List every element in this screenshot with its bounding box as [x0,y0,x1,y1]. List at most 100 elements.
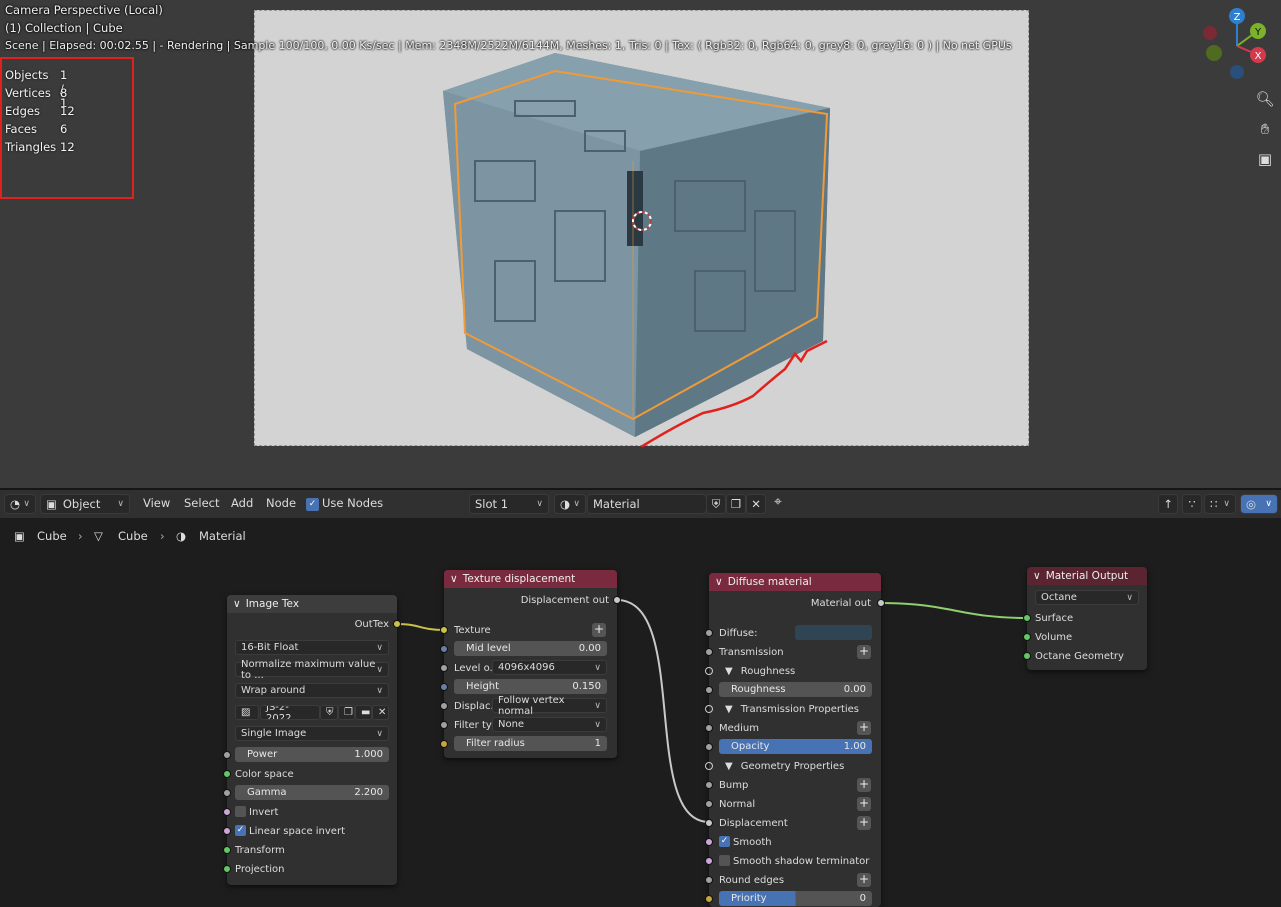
node-header[interactable]: ∨ Texture displacement [444,570,617,588]
fake-user-shield-icon[interactable]: ⛨ [706,494,726,514]
svg-text:Y: Y [1254,27,1262,38]
roughness-field[interactable]: Roughness 0.00 [719,682,872,697]
image-mode-dropdown[interactable]: Single Image ∨ [235,726,389,741]
chevron-down-icon: ∨ [117,499,124,509]
render-region [254,10,1029,449]
material-name-field[interactable]: Material [587,494,707,514]
normal-input: Normal [719,798,756,810]
power-socket[interactable] [223,751,231,759]
snap-icon[interactable]: ∵ [1182,494,1202,514]
add-texture-button[interactable]: + [592,623,606,637]
stat-triangles: Triangles 12 [5,140,75,154]
displace-dropdown[interactable]: Follow vertex normal ∨ [492,695,607,717]
add-bump-button[interactable]: + [857,778,871,792]
add-transmission-button[interactable]: + [857,645,871,659]
chevron-down-icon: ∨ [23,499,30,509]
medium-input: Medium [719,722,759,734]
3d-viewport[interactable]: Camera Perspective (Local) (1) Collectio… [0,0,1281,488]
power-field[interactable]: Power 1.000 [235,747,389,762]
folder-icon[interactable]: ▬ [355,705,372,720]
editor-type-button[interactable]: ◔ ∨ [4,494,36,514]
svg-text:Z: Z [1234,12,1241,23]
overlay-icon: ◎ [1246,497,1257,511]
stat-edges: Edges 12 [5,104,75,118]
diffuse-material-node[interactable]: ∨ Diffuse material Material out Diffuse: … [705,573,885,907]
fake-user-shield-icon[interactable]: ⛨ [320,705,338,720]
geometry-properties-section[interactable]: ▼ Geometry Properties [709,757,881,775]
mid-level-field[interactable]: Mid level 0.00 [454,641,607,656]
priority-socket[interactable] [705,895,713,903]
add-round-edges-button[interactable]: + [857,873,871,887]
node-header[interactable]: ∨ Material Output [1027,567,1147,585]
parent-node-icon[interactable]: ↑ [1158,494,1178,514]
texture-displacement-node[interactable]: ∨ Texture displacement Displacement out T… [440,570,621,758]
duplicate-icon[interactable]: ❐ [726,494,746,514]
filter-radius-field[interactable]: Filter radius 1 [454,736,607,751]
menu-select[interactable]: Select [184,496,219,510]
diffuse-color-swatch[interactable] [795,625,872,640]
material-out-socket[interactable] [877,599,885,607]
menu-add[interactable]: Add [231,496,253,510]
outtex-output: OutTex [354,618,389,630]
image-file-field[interactable]: JS-2-2022... [260,705,320,720]
roughness-socket[interactable] [705,686,713,694]
image-browse-icon[interactable]: ▨ [235,705,259,720]
node-header[interactable]: ∨ Image Tex [227,595,397,613]
projection-input: Projection [235,863,285,875]
renderer-dropdown[interactable]: Octane ∨ [1035,590,1139,605]
close-icon[interactable]: ✕ [372,705,389,720]
bit-depth-dropdown[interactable]: 16-Bit Float ∨ [235,640,389,655]
grid-icon: ∷ [1210,497,1218,511]
close-icon[interactable]: ✕ [746,494,766,514]
gamma-socket[interactable] [223,789,231,797]
node-editor-canvas[interactable]: ▣ Cube › ▽ Cube › ◑ Material ∨ Image Tex … [0,518,1281,907]
view-title: Camera Perspective (Local) [5,3,163,17]
navigation-gizmo[interactable]: Z Y X [1198,6,1278,84]
height-field[interactable]: Height 0.150 [454,679,607,694]
roughness-section[interactable]: ▼ Roughness [709,662,881,680]
material-output-node[interactable]: ∨ Material Output Octane ∨ Surface Volume … [1023,567,1147,670]
editor-type-icon: ◔ [10,497,21,511]
add-displacement-button[interactable]: + [857,816,871,830]
stat-faces: Faces 6 [5,122,68,136]
menu-view[interactable]: View [143,496,170,510]
filter-dropdown[interactable]: None ∨ [492,717,607,732]
add-medium-button[interactable]: + [857,721,871,735]
surface-input: Surface [1035,612,1074,624]
chevron-down-icon: ∨ [536,499,543,509]
pan-hand-icon[interactable]: ✋︎ [1253,117,1277,141]
node-header[interactable]: ∨ Diffuse material [709,573,881,591]
slot-dropdown[interactable]: Slot 1 ∨ [469,494,549,514]
snap-mode-dropdown[interactable]: ∷ ∨ [1204,494,1236,514]
mid-level-socket[interactable] [440,645,448,653]
height-socket[interactable] [440,683,448,691]
pin-icon[interactable]: ⌖ [774,494,782,510]
use-nodes-checkbox[interactable]: ✓ [306,498,319,511]
image-tex-node[interactable]: ∨ Image Tex OutTex 16-Bit Float ∨ Normaliz… [223,595,401,885]
wrap-dropdown[interactable]: Wrap around ∨ [235,683,389,698]
add-normal-button[interactable]: + [857,797,871,811]
collection-label: (1) Collection | Cube [5,21,123,35]
level-dropdown[interactable]: 4096x4096 ∨ [492,660,607,675]
normalize-dropdown[interactable]: Normalize maximum value to ... ∨ [235,659,389,681]
outtex-socket[interactable] [393,620,401,628]
opacity-socket[interactable] [705,743,713,751]
svg-text:X: X [1255,51,1262,62]
rendered-cube [443,53,830,449]
displacement-input: Displacement [719,817,788,829]
material-browse-button[interactable]: ◑ ∨ [554,494,586,514]
opacity-field[interactable]: Opacity 1.00 [719,739,872,754]
overlay-toggle[interactable]: ◎ ∨ [1240,494,1278,514]
radius-socket[interactable] [440,740,448,748]
displacement-out-socket[interactable] [613,596,621,604]
transmission-properties-section[interactable]: ▼ Transmission Properties [709,700,881,718]
stat-vertices: Vertices 8 [5,86,68,100]
camera-view-icon[interactable]: ▣ [1253,147,1277,171]
zoom-icon[interactable]: 🔍︎ [1253,87,1277,111]
duplicate-icon[interactable]: ❐ [338,705,355,720]
menu-node[interactable]: Node [266,496,296,510]
priority-field[interactable]: Priority 0 [719,891,872,906]
chevron-down-icon: ∨ [1265,499,1272,509]
object-mode-dropdown[interactable]: ▣ Object ∨ [40,494,130,514]
gamma-field[interactable]: Gamma 2.200 [235,785,389,800]
